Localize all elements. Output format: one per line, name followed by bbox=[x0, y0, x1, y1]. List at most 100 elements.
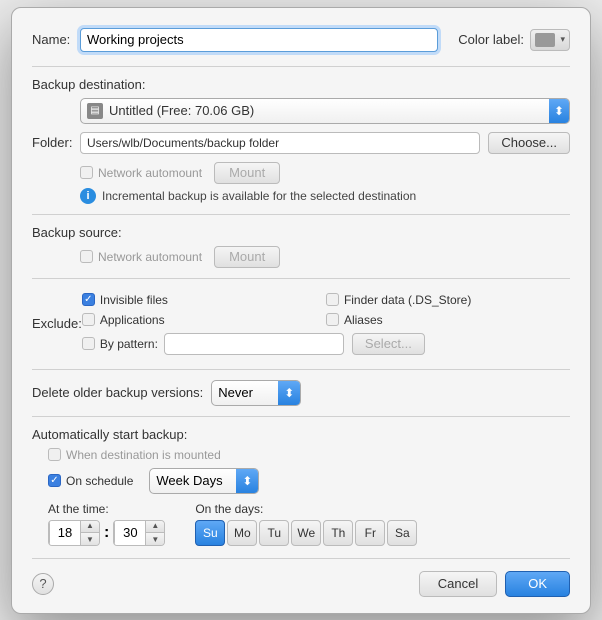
exclude-grid: ✓ Invisible files Finder data (.DS_Store… bbox=[82, 293, 570, 359]
days-buttons: SuMoTuWeThFrSa bbox=[195, 520, 417, 546]
exclude-row-2: Applications Aliases bbox=[82, 313, 570, 327]
divider-3 bbox=[32, 278, 570, 279]
auto-section: Automatically start backup: When destina… bbox=[32, 427, 570, 546]
day-button-th[interactable]: Th bbox=[323, 520, 353, 546]
destination-text: Untitled (Free: 70.06 GB) bbox=[109, 103, 563, 118]
mount-button-2: Mount bbox=[214, 246, 280, 268]
time-separator: : bbox=[104, 524, 109, 542]
day-button-sa[interactable]: Sa bbox=[387, 520, 417, 546]
schedule-arrow-icon: ⬍ bbox=[236, 469, 258, 493]
when-mounted-checkbox[interactable] bbox=[48, 448, 61, 461]
destination-wrapper: ▤ Untitled (Free: 70.06 GB) ⬍ bbox=[80, 98, 570, 124]
backup-destination-header: Backup destination: bbox=[32, 77, 570, 92]
exclude-col-1: ✓ Invisible files bbox=[82, 293, 326, 307]
day-button-tu[interactable]: Tu bbox=[259, 520, 289, 546]
color-picker[interactable]: ▾ bbox=[530, 29, 570, 51]
minute-stepper[interactable]: 30 ▲ ▼ bbox=[113, 520, 165, 546]
when-mounted-row: When destination is mounted bbox=[48, 448, 570, 462]
info-row: i Incremental backup is available for th… bbox=[80, 188, 570, 204]
folder-label: Folder: bbox=[32, 135, 80, 150]
never-arrow-icon: ⬍ bbox=[278, 381, 300, 405]
exclude-col-4: Aliases bbox=[326, 313, 570, 327]
destination-row: ▤ Untitled (Free: 70.06 GB) ⬍ bbox=[80, 98, 570, 124]
on-schedule-text: On schedule bbox=[66, 474, 133, 488]
divider-4 bbox=[32, 369, 570, 370]
minute-down-button[interactable]: ▼ bbox=[146, 533, 164, 546]
time-inputs: 18 ▲ ▼ : 30 ▲ ▼ bbox=[48, 520, 165, 546]
on-schedule-checkbox[interactable]: ✓ bbox=[48, 474, 61, 487]
when-mounted-label[interactable]: When destination is mounted bbox=[48, 448, 221, 462]
hour-stepper[interactable]: 18 ▲ ▼ bbox=[48, 520, 100, 546]
name-input[interactable] bbox=[80, 28, 438, 52]
mount-row-2: Network automount Mount bbox=[80, 246, 570, 268]
invisible-files-label[interactable]: ✓ Invisible files bbox=[82, 293, 168, 307]
drive-icon: ▤ bbox=[87, 103, 103, 119]
color-swatch bbox=[535, 33, 555, 47]
backup-dialog: Name: Color label: ▾ Backup destination:… bbox=[11, 7, 591, 614]
name-row: Name: Color label: ▾ bbox=[32, 28, 570, 52]
ok-button[interactable]: OK bbox=[505, 571, 570, 597]
day-button-we[interactable]: We bbox=[291, 520, 321, 546]
cancel-button[interactable]: Cancel bbox=[419, 571, 497, 597]
delete-label: Delete older backup versions: bbox=[32, 385, 203, 400]
schedule-select[interactable]: Week Days ⬍ bbox=[149, 468, 259, 494]
never-select[interactable]: Never ⬍ bbox=[211, 380, 301, 406]
choose-button[interactable]: Choose... bbox=[488, 132, 570, 154]
time-days-row: At the time: 18 ▲ ▼ : 30 ▲ ▼ bbox=[48, 502, 570, 546]
chevron-down-icon: ▾ bbox=[560, 34, 565, 45]
mount-row-1: Network automount Mount bbox=[80, 162, 570, 184]
exclude-row-1: ✓ Invisible files Finder data (.DS_Store… bbox=[82, 293, 570, 307]
exclude-label: Exclude: bbox=[32, 316, 82, 331]
schedule-value: Week Days bbox=[156, 473, 222, 488]
by-pattern-checkbox[interactable] bbox=[82, 337, 95, 350]
on-days-label: On the days: bbox=[195, 502, 417, 516]
by-pattern-text: By pattern: bbox=[100, 337, 158, 351]
day-button-mo[interactable]: Mo bbox=[227, 520, 257, 546]
exclude-col-3: Applications bbox=[82, 313, 326, 327]
exclude-col-2: Finder data (.DS_Store) bbox=[326, 293, 570, 307]
color-label: Color label: bbox=[458, 32, 524, 47]
network-automount-2-label[interactable]: Network automount bbox=[80, 250, 202, 264]
by-pattern-label[interactable]: By pattern: bbox=[82, 337, 158, 351]
minute-up-button[interactable]: ▲ bbox=[146, 520, 164, 534]
network-automount-1-checkbox[interactable] bbox=[80, 166, 93, 179]
auto-start-header: Automatically start backup: bbox=[32, 427, 570, 442]
help-button[interactable]: ? bbox=[32, 573, 54, 595]
backup-source-header: Backup source: bbox=[32, 225, 570, 240]
footer-buttons: Cancel OK bbox=[419, 571, 570, 597]
info-text: Incremental backup is available for the … bbox=[102, 189, 416, 203]
footer: ? Cancel OK bbox=[32, 558, 570, 597]
on-schedule-label[interactable]: ✓ On schedule bbox=[48, 474, 133, 488]
destination-arrow-icon: ⬍ bbox=[549, 99, 569, 123]
color-label-area: Color label: ▾ bbox=[458, 29, 570, 51]
when-mounted-text: When destination is mounted bbox=[66, 448, 221, 462]
invisible-files-text: Invisible files bbox=[100, 293, 168, 307]
network-automount-1-text: Network automount bbox=[98, 166, 202, 180]
never-text: Never bbox=[218, 385, 274, 400]
divider-1 bbox=[32, 66, 570, 67]
hour-up-button[interactable]: ▲ bbox=[81, 520, 99, 534]
aliases-label[interactable]: Aliases bbox=[326, 313, 383, 327]
time-col: At the time: 18 ▲ ▼ : 30 ▲ ▼ bbox=[48, 502, 165, 546]
mount-button-1: Mount bbox=[214, 162, 280, 184]
minute-stepper-btns: ▲ ▼ bbox=[146, 520, 164, 546]
finder-data-checkbox[interactable] bbox=[326, 293, 339, 306]
invisible-files-checkbox[interactable]: ✓ bbox=[82, 293, 95, 306]
schedule-row: ✓ On schedule Week Days ⬍ bbox=[32, 468, 570, 494]
aliases-checkbox[interactable] bbox=[326, 313, 339, 326]
pattern-input[interactable] bbox=[164, 333, 344, 355]
finder-data-label[interactable]: Finder data (.DS_Store) bbox=[326, 293, 471, 307]
network-automount-1-label[interactable]: Network automount bbox=[80, 166, 202, 180]
day-button-su[interactable]: Su bbox=[195, 520, 225, 546]
applications-label[interactable]: Applications bbox=[82, 313, 165, 327]
day-button-fr[interactable]: Fr bbox=[355, 520, 385, 546]
hour-down-button[interactable]: ▼ bbox=[81, 533, 99, 546]
applications-checkbox[interactable] bbox=[82, 313, 95, 326]
folder-input[interactable] bbox=[80, 132, 480, 154]
destination-select[interactable]: ▤ Untitled (Free: 70.06 GB) ⬍ bbox=[80, 98, 570, 124]
select-button: Select... bbox=[352, 333, 425, 355]
minute-value: 30 bbox=[114, 521, 146, 545]
at-time-label: At the time: bbox=[48, 502, 165, 516]
aliases-text: Aliases bbox=[344, 313, 383, 327]
network-automount-2-checkbox[interactable] bbox=[80, 250, 93, 263]
